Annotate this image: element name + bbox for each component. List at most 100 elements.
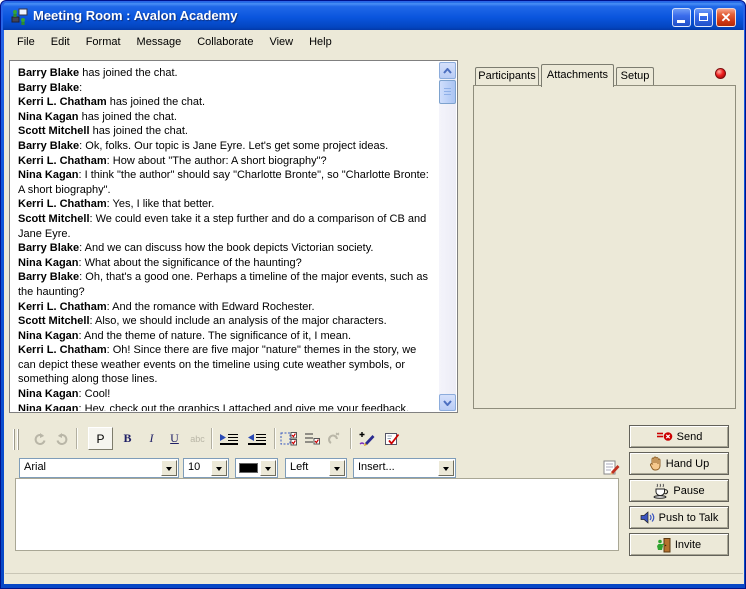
toolbar-separator	[350, 428, 352, 449]
close-button[interactable]: ✕	[716, 8, 736, 27]
chat-message: Barry Blake has joined the chat.	[18, 66, 435, 81]
chat-text: : Also, we should include an analysis of…	[90, 315, 387, 327]
scroll-down-button[interactable]	[439, 394, 456, 411]
redo-button[interactable]	[51, 427, 74, 450]
chat-text: : Ok, folks. Our topic is Jane Eyre. Let…	[79, 140, 388, 152]
chat-speaker: Nina Kagan	[18, 169, 79, 181]
tab-setup[interactable]: Setup	[616, 67, 654, 86]
hand-icon	[649, 456, 662, 471]
chat-speaker: Kerri L. Chatham	[18, 344, 107, 356]
chat-scrollbar[interactable]	[439, 62, 456, 411]
select-items-icon	[280, 431, 298, 446]
menu-item[interactable]: Format	[78, 33, 129, 51]
indent-decrease-button[interactable]	[244, 427, 270, 450]
maximize-button[interactable]	[694, 8, 713, 27]
align-select[interactable]: Left	[285, 458, 347, 478]
menu-item[interactable]: Edit	[43, 33, 78, 51]
invite-button[interactable]: Invite	[629, 533, 729, 556]
minimize-button[interactable]	[672, 8, 691, 27]
chat-text: : And the theme of nature. The significa…	[79, 330, 352, 342]
dropdown-arrow-icon[interactable]	[161, 460, 177, 476]
menu-item[interactable]: Help	[301, 33, 340, 51]
hand-up-button[interactable]: Hand Up	[629, 452, 729, 475]
chat-speaker: Nina Kagan	[18, 388, 79, 400]
menu-item[interactable]: Message	[129, 33, 190, 51]
chat-message: Nina Kagan: Hey, check out the graphics …	[18, 402, 435, 411]
dropdown-arrow-icon[interactable]	[211, 460, 227, 476]
italic-button[interactable]: I	[140, 427, 163, 450]
chat-speaker: Nina Kagan	[18, 403, 79, 411]
push-to-talk-label: Push to Talk	[659, 512, 719, 524]
undo-button[interactable]	[28, 427, 51, 450]
redo-icon	[55, 432, 70, 446]
pause-button[interactable]: Pause	[629, 479, 729, 502]
chat-log[interactable]: Barry Blake has joined the chat. Barry B…	[9, 60, 458, 413]
tab-participants[interactable]: Participants	[475, 67, 539, 86]
client-area: FileEditFormatMessageCollaborateViewHelp…	[4, 30, 744, 584]
menu-item[interactable]: Collaborate	[189, 33, 261, 51]
add-note-button[interactable]	[356, 427, 379, 450]
dropdown-arrow-icon[interactable]	[438, 460, 454, 476]
select-items-button[interactable]	[277, 427, 300, 450]
pointer-icon	[327, 432, 341, 446]
chat-message: Nina Kagan has joined the chat.	[18, 110, 435, 125]
tab-attachments[interactable]: Attachments	[541, 64, 614, 87]
chat-text: : And we can discuss how the book depict…	[79, 242, 373, 254]
scroll-up-button[interactable]	[439, 62, 456, 79]
underline-label: U	[170, 431, 179, 446]
speaker-icon	[640, 511, 655, 524]
meeting-room-window: Meeting Room : Avalon Academy ✕ FileEdit…	[0, 0, 746, 589]
chat-text: : How about "The author: A short biograp…	[107, 155, 327, 167]
font-size-select[interactable]: 10	[183, 458, 229, 478]
font-color-select[interactable]	[235, 458, 278, 478]
chat-text: : Yes, I like that better.	[107, 198, 215, 210]
pause-label: Pause	[673, 485, 704, 497]
chat-message: Kerri L. Chatham: Yes, I like that bette…	[18, 197, 435, 212]
dropdown-arrow-icon[interactable]	[329, 460, 345, 476]
pointer-button[interactable]	[322, 427, 345, 450]
chat-speaker: Kerri L. Chatham	[18, 155, 107, 167]
font-effects-button[interactable]: abc	[186, 427, 209, 450]
chat-message: Kerri L. Chatham: And the romance with E…	[18, 300, 435, 315]
chat-speaker: Barry Blake	[18, 140, 79, 152]
push-to-talk-button[interactable]: Push to Talk	[629, 506, 729, 529]
menu-item[interactable]: File	[9, 33, 43, 51]
chat-message: Barry Blake:	[18, 81, 435, 96]
indent-increase-button[interactable]	[216, 427, 242, 450]
close-icon: ✕	[717, 10, 735, 25]
chevron-up-icon	[443, 68, 452, 74]
coffee-cup-icon	[653, 483, 669, 499]
toolbar-grip[interactable]	[13, 429, 19, 450]
bold-label: B	[123, 431, 131, 446]
send-button[interactable]: Send	[629, 425, 729, 448]
spell-check-button[interactable]	[380, 427, 403, 450]
paragraph-button[interactable]: P	[88, 427, 113, 450]
chat-message: Nina Kagan: What about the significance …	[18, 256, 435, 271]
message-input[interactable]	[15, 478, 619, 551]
record-led-icon	[715, 68, 726, 79]
hand-up-label: Hand Up	[666, 458, 709, 470]
bold-button[interactable]: B	[116, 427, 139, 450]
toolbar-separator	[274, 428, 276, 449]
chat-speaker: Nina Kagan	[18, 257, 79, 269]
chat-speaker: Scott Mitchell	[18, 315, 90, 327]
font-family-value: Arial	[24, 461, 46, 473]
edit-note-icon[interactable]	[602, 459, 620, 477]
insert-select[interactable]: Insert...	[353, 458, 456, 478]
chat-speaker: Barry Blake	[18, 271, 79, 283]
checklist-button[interactable]	[300, 427, 323, 450]
font-family-select[interactable]: Arial	[19, 458, 179, 478]
chat-speaker: Nina Kagan	[18, 111, 79, 123]
dropdown-arrow-icon[interactable]	[260, 460, 276, 476]
underline-button[interactable]: U	[163, 427, 186, 450]
chat-speaker: Kerri L. Chatham	[18, 301, 107, 313]
chevron-down-icon	[443, 400, 452, 406]
scroll-thumb[interactable]	[439, 80, 456, 104]
chat-speaker: Nina Kagan	[18, 330, 79, 342]
chat-text: has joined the chat.	[107, 96, 205, 108]
title-bar[interactable]: Meeting Room : Avalon Academy ✕	[3, 2, 743, 30]
menu-item[interactable]: View	[261, 33, 301, 51]
chat-speaker: Barry Blake	[18, 82, 79, 94]
indent-decrease-icon	[247, 432, 267, 446]
chat-message: Scott Mitchell has joined the chat.	[18, 124, 435, 139]
